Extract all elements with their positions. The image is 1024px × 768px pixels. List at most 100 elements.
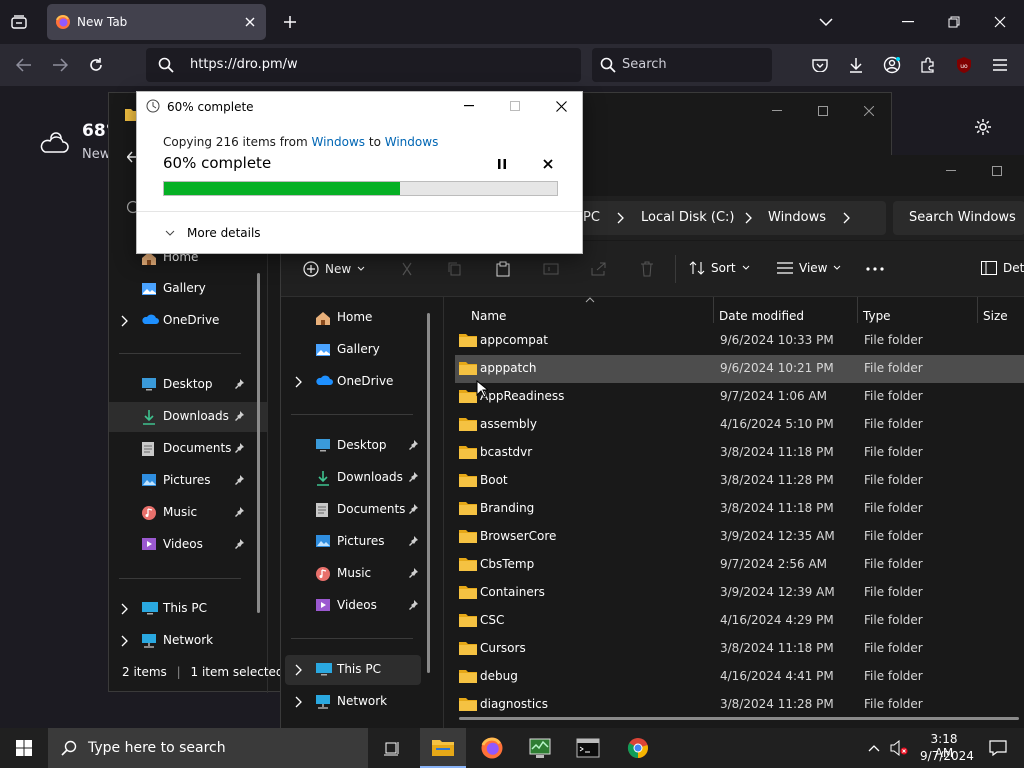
expand-chevron-icon[interactable] xyxy=(293,376,303,388)
menu-icon[interactable] xyxy=(990,55,1010,75)
file-row[interactable]: Boot 3/8/2024 11:28 PM File folder xyxy=(455,467,1024,495)
windows-start-icon[interactable] xyxy=(0,728,48,768)
pin-icon[interactable] xyxy=(407,599,419,611)
chevron-up-icon[interactable] xyxy=(864,738,884,758)
breadcrumb-local-disk[interactable]: Local Disk (C:) xyxy=(641,210,734,225)
forward-icon[interactable] xyxy=(50,55,70,75)
reload-icon[interactable] xyxy=(86,55,106,75)
column-size[interactable]: Size xyxy=(983,309,1008,323)
nav-item-videos[interactable]: Videos xyxy=(109,530,267,560)
chrome-icon[interactable] xyxy=(616,728,660,768)
file-row[interactable]: bcastdvr 3/8/2024 11:18 PM File folder xyxy=(455,439,1024,467)
file-row[interactable]: CSC 4/16/2024 4:29 PM File folder xyxy=(455,607,1024,635)
nav-item-this-pc[interactable]: This PC xyxy=(285,655,421,685)
new-button[interactable]: New xyxy=(303,261,365,277)
nav-item-videos[interactable]: Videos xyxy=(285,591,421,621)
destination-link[interactable]: Windows xyxy=(385,135,439,149)
column-separator[interactable] xyxy=(713,297,714,323)
firefox-taskbar-icon[interactable] xyxy=(470,728,514,768)
nav-item-onedrive[interactable]: OneDrive xyxy=(285,367,421,397)
pin-icon[interactable] xyxy=(407,439,419,451)
nav-item-pictures[interactable]: Pictures xyxy=(109,466,267,496)
nav-item-desktop[interactable]: Desktop xyxy=(109,370,267,400)
nav-item-music[interactable]: Music xyxy=(109,498,267,528)
nav-item-this-pc[interactable]: This PC xyxy=(109,594,267,624)
nav-item-documents[interactable]: Documents xyxy=(109,434,267,464)
expand-chevron-icon[interactable] xyxy=(119,635,129,647)
tab-list-icon[interactable] xyxy=(8,12,30,32)
file-row[interactable]: Branding 3/8/2024 11:18 PM File folder xyxy=(455,495,1024,523)
maximize-icon[interactable] xyxy=(505,96,525,116)
file-row[interactable]: diagnostics 3/8/2024 11:28 PM File folder xyxy=(455,691,1024,719)
expand-chevron-icon[interactable] xyxy=(293,696,303,708)
file-row[interactable]: apppatch 9/6/2024 10:21 PM File folder xyxy=(455,355,1024,383)
nav-item-home[interactable]: Home xyxy=(285,303,421,333)
notification-icon[interactable] xyxy=(982,728,1014,768)
restore-icon[interactable] xyxy=(944,12,964,32)
pin-icon[interactable] xyxy=(233,474,245,486)
breadcrumb-windows[interactable]: Windows xyxy=(768,210,826,225)
minimize-icon[interactable] xyxy=(767,101,787,121)
file-row[interactable]: Containers 3/9/2024 12:39 AM File folder xyxy=(455,579,1024,607)
nav-item-gallery[interactable]: Gallery xyxy=(285,335,421,365)
nav-item-network[interactable]: Network xyxy=(109,626,267,656)
column-separator[interactable] xyxy=(857,297,858,323)
ublock-icon[interactable]: uo xyxy=(954,55,974,75)
nav-item-pictures[interactable]: Pictures xyxy=(285,527,421,557)
nav-item-documents[interactable]: Documents xyxy=(285,495,421,525)
taskbar-search-box[interactable]: Type here to search xyxy=(48,728,368,768)
pocket-icon[interactable] xyxy=(810,55,830,75)
source-link[interactable]: Windows xyxy=(311,135,365,149)
extensions-icon[interactable] xyxy=(918,55,938,75)
pause-icon[interactable] xyxy=(493,155,511,173)
volume-muted-icon[interactable] xyxy=(888,738,910,758)
task-view-icon[interactable] xyxy=(372,728,412,768)
close-window-icon[interactable] xyxy=(990,12,1010,32)
scrollbar-thumb[interactable] xyxy=(427,313,430,673)
pin-icon[interactable] xyxy=(407,535,419,547)
downloads-icon[interactable] xyxy=(846,55,866,75)
nav-item-desktop[interactable]: Desktop xyxy=(285,431,421,461)
search-bar[interactable]: Search xyxy=(592,48,772,82)
nav-item-gallery[interactable]: Gallery xyxy=(109,274,267,304)
new-tab-icon[interactable] xyxy=(280,12,300,32)
nav-item-downloads[interactable]: Downloads xyxy=(109,402,267,432)
cut-icon[interactable] xyxy=(397,259,417,279)
pin-icon[interactable] xyxy=(407,567,419,579)
nav-item-music[interactable]: Music xyxy=(285,559,421,589)
file-row[interactable]: Cursors 3/8/2024 11:18 PM File folder xyxy=(455,635,1024,663)
url-bar[interactable]: https://dro.pm/w xyxy=(146,48,581,82)
breadcrumb-this-pc[interactable]: PC xyxy=(583,210,600,225)
maximize-icon[interactable] xyxy=(813,101,833,121)
column-type[interactable]: Type xyxy=(863,309,891,323)
column-separator[interactable] xyxy=(977,297,978,323)
rename-icon[interactable] xyxy=(541,259,561,279)
pin-icon[interactable] xyxy=(233,538,245,550)
details-button[interactable]: Details xyxy=(981,261,1024,275)
share-icon[interactable] xyxy=(589,259,609,279)
minimize-icon[interactable] xyxy=(459,96,479,116)
pin-icon[interactable] xyxy=(233,506,245,518)
pin-icon[interactable] xyxy=(233,410,245,422)
file-explorer-taskbar-icon[interactable] xyxy=(420,728,466,768)
delete-icon[interactable] xyxy=(637,259,657,279)
cancel-icon[interactable] xyxy=(539,155,557,173)
scrollbar-thumb[interactable] xyxy=(257,273,260,613)
list-all-tabs-icon[interactable] xyxy=(816,12,836,32)
column-name[interactable]: Name xyxy=(471,309,506,323)
view-button[interactable]: View xyxy=(777,261,841,275)
sort-button[interactable]: Sort xyxy=(689,261,750,275)
file-row[interactable]: BrowserCore 3/9/2024 12:35 AM File folder xyxy=(455,523,1024,551)
expand-chevron-icon[interactable] xyxy=(293,664,303,676)
file-row[interactable]: assembly 4/16/2024 5:10 PM File folder xyxy=(455,411,1024,439)
task-manager-icon[interactable] xyxy=(518,728,562,768)
minimize-icon[interactable] xyxy=(898,12,918,32)
horizontal-scrollbar[interactable] xyxy=(459,717,1019,720)
pin-icon[interactable] xyxy=(233,378,245,390)
close-icon[interactable] xyxy=(551,96,571,116)
expand-chevron-icon[interactable] xyxy=(119,603,129,615)
more-options-icon[interactable] xyxy=(865,259,885,279)
search-box[interactable]: Search Windows xyxy=(893,201,1024,235)
nav-item-network[interactable]: Network xyxy=(285,687,421,717)
account-icon[interactable] xyxy=(882,55,902,75)
